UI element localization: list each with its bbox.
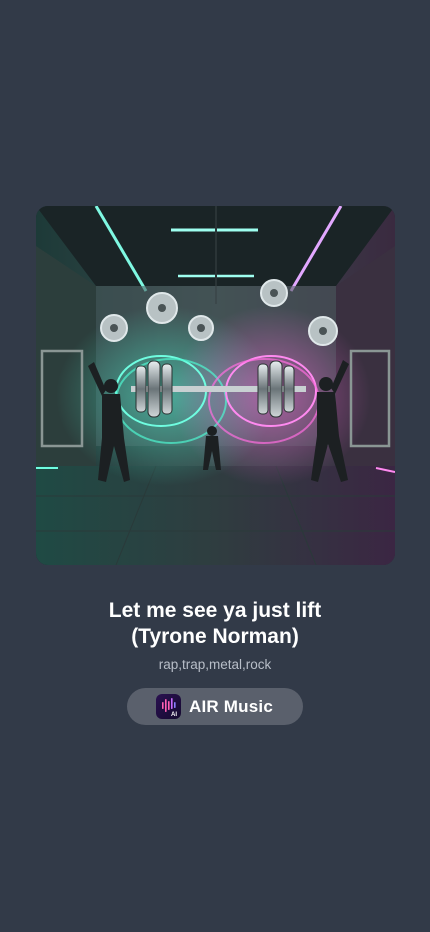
- album-artwork: [36, 206, 395, 565]
- song-title-line2: (Tyrone Norman): [131, 625, 299, 648]
- logo-ai-text: AI: [171, 712, 177, 718]
- air-music-badge[interactable]: AI AIR Music: [127, 688, 303, 725]
- waveform-ai-logo-icon: AI: [156, 694, 181, 719]
- song-genres: rap,trap,metal,rock: [158, 657, 272, 672]
- song-title: Let me see ya just lift (Tyrone Norman): [40, 598, 390, 650]
- song-share-screen: Let me see ya just lift (Tyrone Norman) …: [0, 0, 430, 932]
- song-title-line1: Let me see ya just lift: [108, 599, 322, 622]
- brand-name: AIR Music: [189, 696, 273, 716]
